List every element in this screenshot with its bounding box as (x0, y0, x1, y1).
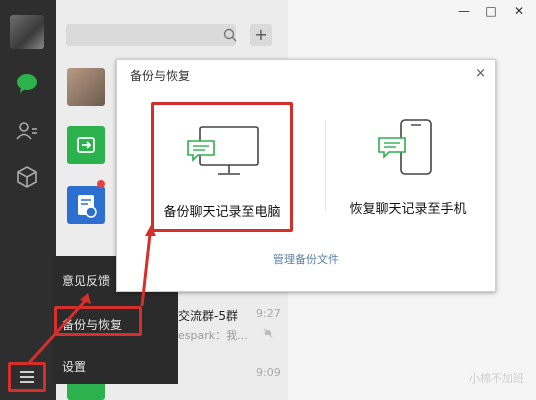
contacts-icon[interactable] (14, 118, 40, 144)
left-nav-bar (0, 0, 56, 400)
mobile-phone-icon (378, 119, 432, 175)
mute-bell-icon (263, 328, 273, 338)
maximize-button[interactable]: □ (484, 4, 498, 18)
backup-to-pc-label: 备份聊天记录至电脑 (163, 205, 281, 220)
chat-preview-fragment: espark：我... (178, 329, 248, 342)
restore-to-phone-option[interactable]: 恢复聊天记录至手机 (331, 112, 485, 232)
document-avatar[interactable] (67, 186, 105, 224)
chat-time: 9:27 (256, 307, 281, 320)
menu-item-feedback[interactable]: 意见反馈 (62, 272, 110, 289)
dialog-title: 备份与恢复 (130, 69, 191, 83)
file-transfer-avatar[interactable] (67, 126, 105, 164)
watermark: 小棉不加班 (469, 372, 524, 385)
add-button[interactable]: + (250, 24, 272, 46)
restore-to-phone-label: 恢复聊天记录至手机 (349, 202, 467, 217)
file-transfer-icon (77, 137, 95, 153)
more-menu-button[interactable] (8, 362, 46, 392)
close-window-button[interactable]: ✕ (512, 4, 526, 18)
computer-monitor-icon (187, 126, 259, 175)
collections-cube-icon[interactable] (14, 164, 40, 190)
chat-name-fragment[interactable]: 交流群-5群 (178, 307, 238, 324)
backup-to-pc-option[interactable]: 备份聊天记录至电脑 (151, 102, 293, 232)
unread-dot (97, 180, 105, 188)
backup-restore-dialog: 备份与恢复 × 备份聊天记录至电脑 恢复聊天记录至手机 管理备份文件 (116, 59, 496, 292)
option-divider (325, 120, 326, 210)
search-icon[interactable] (222, 27, 238, 43)
chat-icon[interactable] (14, 70, 40, 96)
dialog-close-button[interactable]: × (475, 66, 486, 81)
chat-time: 9:09 (256, 366, 281, 379)
backup-highlight-box (54, 306, 142, 336)
avatar[interactable] (10, 15, 44, 49)
search-input[interactable] (66, 24, 236, 46)
minimize-button[interactable]: — (457, 4, 471, 18)
manage-backup-files-link[interactable]: 管理备份文件 (117, 251, 495, 267)
menu-item-settings[interactable]: 设置 (62, 358, 86, 375)
chat-avatar[interactable] (67, 68, 105, 106)
document-icon (78, 195, 97, 218)
